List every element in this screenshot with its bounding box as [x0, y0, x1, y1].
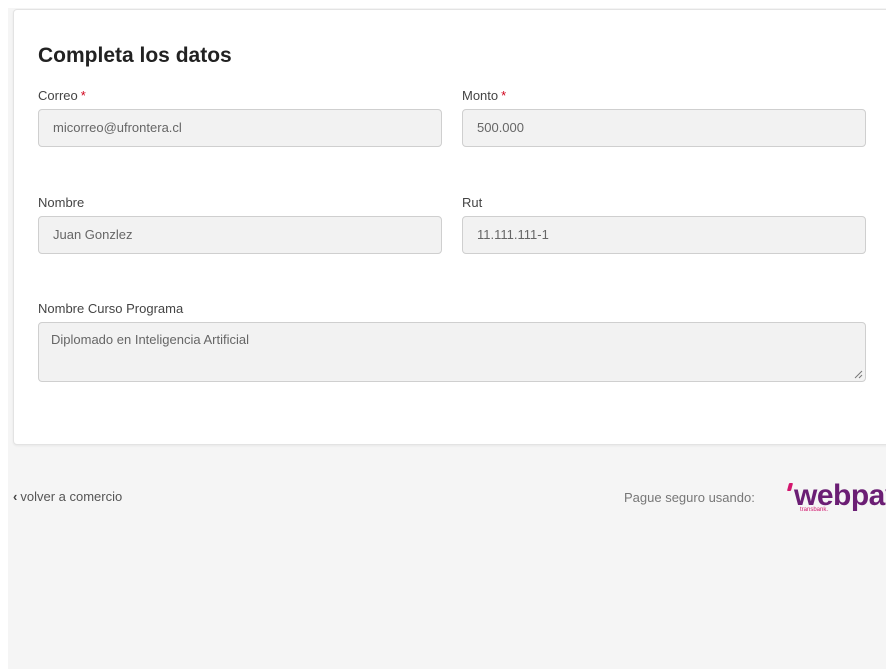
monto-label: Monto * — [462, 88, 506, 103]
curso-textarea[interactable]: Diplomado en Inteligencia Artificial — [38, 322, 866, 382]
rut-label: Rut — [462, 195, 482, 210]
monto-input-value: 500.000 — [477, 120, 524, 135]
monto-label-text: Monto — [462, 88, 499, 103]
correo-label-text: Correo — [38, 88, 78, 103]
rut-label-text: Rut — [462, 195, 483, 210]
secure-payment-text: Pague seguro usando: — [624, 490, 755, 505]
correo-label: Correo * — [38, 88, 86, 103]
resize-handle-icon[interactable] — [854, 370, 863, 379]
back-link-label: volver a comercio — [20, 489, 123, 504]
nombre-input[interactable]: Juan Gonzlez — [38, 216, 442, 254]
rut-input[interactable]: 11.111.111-1 — [462, 216, 866, 254]
back-to-merchant-link[interactable]: ‹ volver a comercio — [13, 489, 122, 504]
chevron-left-icon: ‹ — [13, 489, 18, 504]
required-mark: * — [80, 88, 86, 103]
nombre-label-text: Nombre — [38, 195, 85, 210]
correo-input-value: micorreo@ufrontera.cl — [53, 120, 182, 135]
curso-label-text: Nombre Curso Programa — [38, 301, 184, 316]
nombre-label: Nombre — [38, 195, 84, 210]
curso-textarea-value: Diplomado en Inteligencia Artificial — [51, 332, 249, 347]
form-card: Completa los datos Correo * micorreo@ufro… — [13, 9, 886, 445]
webpay-mark-icon — [786, 483, 794, 491]
webpay-logo-sub: transbank. — [800, 507, 829, 513]
correo-input[interactable]: micorreo@ufrontera.cl — [38, 109, 442, 147]
curso-label: Nombre Curso Programa — [38, 301, 183, 316]
rut-input-value: 11.111.111-1 — [477, 227, 549, 242]
form-title: Completa los datos — [38, 44, 232, 67]
monto-input[interactable]: 500.000 — [462, 109, 866, 147]
nombre-input-value: Juan Gonzlez — [53, 227, 133, 242]
webpay-logo: webpay transbank. — [786, 479, 886, 519]
required-mark: * — [501, 88, 507, 103]
